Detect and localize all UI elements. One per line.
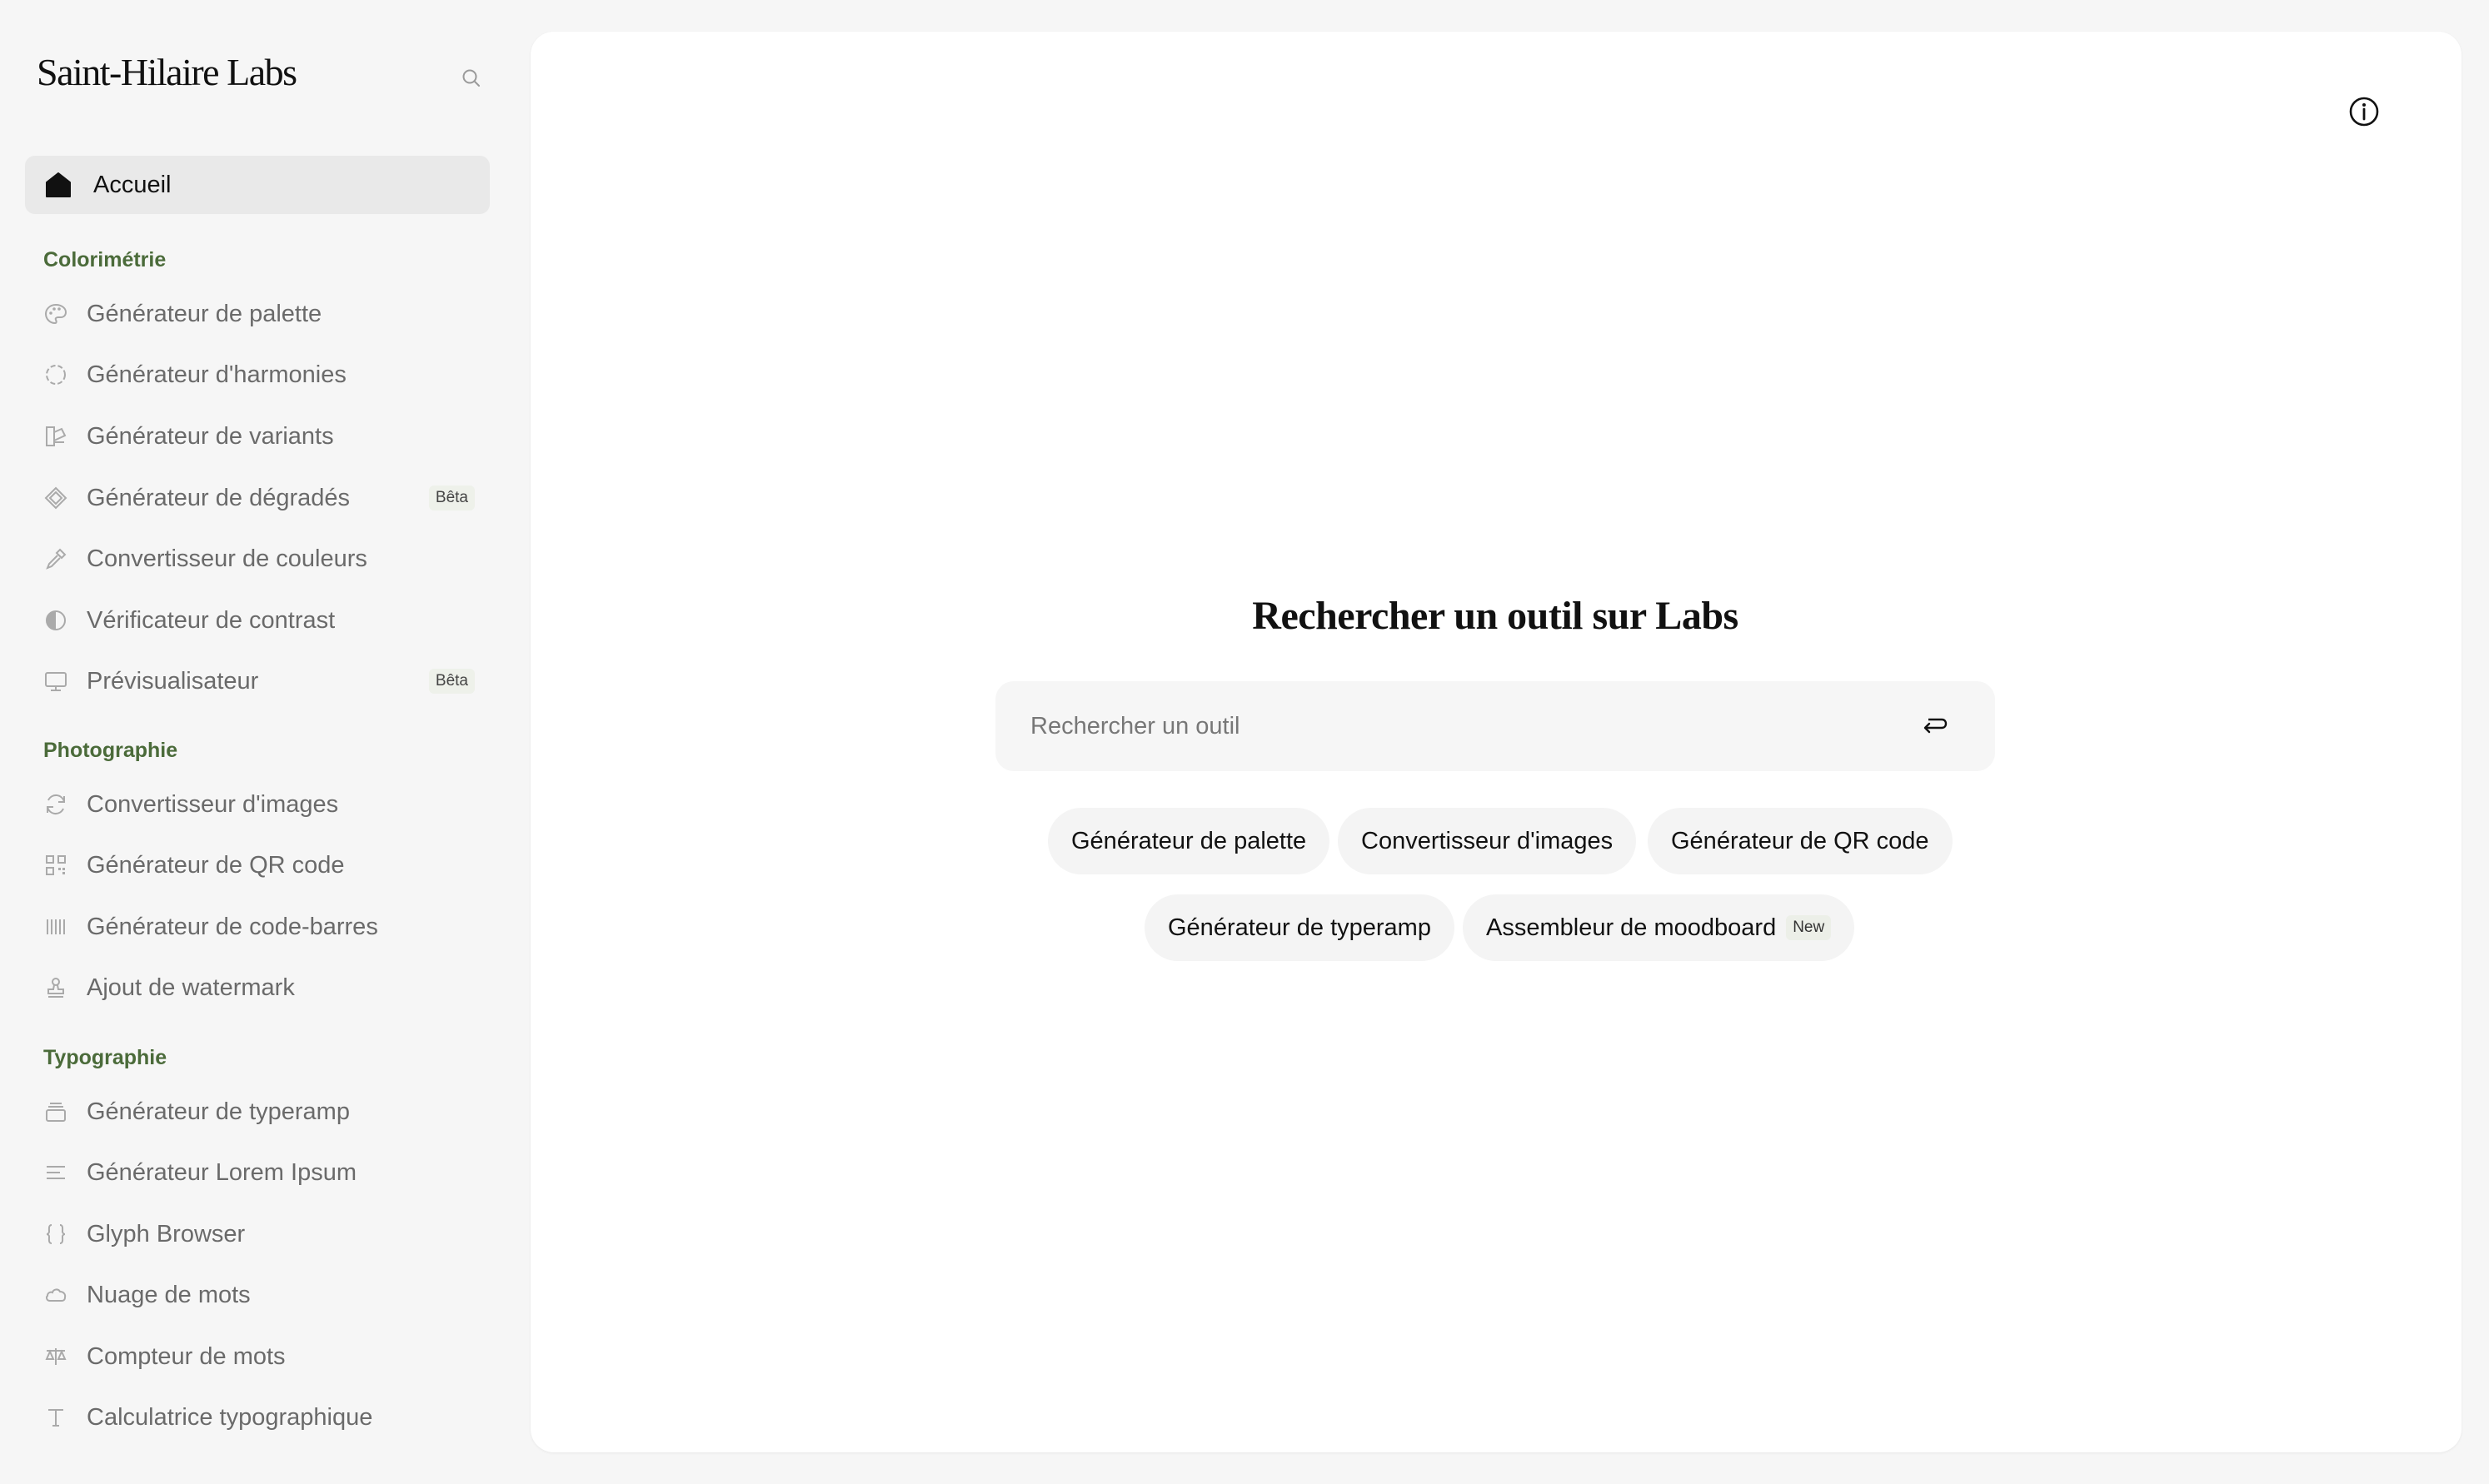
sidebar-item-label: Convertisseur d'images: [87, 790, 339, 818]
sidebar-item-label: Générateur de typeramp: [87, 1098, 350, 1125]
section-title-photographie: Photographie: [43, 739, 178, 762]
beta-badge: Bêta: [428, 669, 475, 694]
sidebar-item-label: Générateur Lorem Ipsum: [87, 1158, 357, 1186]
page-title: Rechercher un outil sur Labs: [1252, 594, 1738, 638]
contrast-icon: [42, 606, 70, 635]
barcode-icon: [42, 913, 70, 941]
sidebar-item-generateur-code-barres[interactable]: Générateur de code-barres: [42, 904, 475, 950]
home-icon: [43, 171, 73, 199]
sidebar-item-accueil[interactable]: Accueil: [25, 156, 490, 214]
sidebar-item-label: Vérificateur de contrast: [87, 606, 336, 634]
info-icon[interactable]: [2347, 95, 2381, 128]
sidebar-item-label: Générateur d'harmonies: [87, 361, 347, 388]
sidebar-item-label: Générateur de palette: [87, 300, 322, 327]
refresh-icon: [42, 790, 70, 819]
variants-icon: [42, 422, 70, 451]
dashed-circle-icon: [42, 361, 70, 389]
sidebar-item-generateur-palette[interactable]: Générateur de palette: [42, 291, 475, 337]
sidebar-item-generateur-variants[interactable]: Générateur de variants: [42, 413, 475, 460]
gradient-icon: [42, 484, 70, 512]
sidebar-item-convertisseur-images[interactable]: Convertisseur d'images: [42, 781, 475, 828]
section-title-typographie: Typographie: [43, 1046, 167, 1069]
qr-code-icon: [42, 851, 70, 879]
sidebar-item-generateur-qr-code[interactable]: Générateur de QR code: [42, 842, 475, 889]
sidebar-item-label: Générateur de variants: [87, 422, 334, 450]
eyedropper-icon: [42, 545, 70, 573]
enter-icon[interactable]: [1918, 710, 1952, 743]
sidebar-item-verificateur-contrast[interactable]: Vérificateur de contrast: [42, 597, 475, 644]
sidebar-item-label: Prévisualisateur: [87, 667, 259, 695]
sidebar-item-nuage-mots[interactable]: Nuage de mots: [42, 1272, 475, 1318]
suggestion-chip[interactable]: Convertisseur d'images: [1338, 808, 1637, 874]
suggestion-chip[interactable]: Générateur de palette: [1048, 808, 1330, 874]
suggestion-chip[interactable]: Générateur de typeramp: [1145, 894, 1454, 961]
chip-label: Assembleur de moodboard: [1486, 914, 1777, 941]
sidebar-item-label: Nuage de mots: [87, 1281, 251, 1308]
stamp-icon: [42, 974, 70, 1002]
cloud-icon: [42, 1281, 70, 1309]
chip-label: Générateur de palette: [1071, 827, 1307, 854]
tool-search-box: [995, 681, 1995, 771]
chip-label: Convertisseur d'images: [1361, 827, 1614, 854]
sidebar-item-label: Glyph Browser: [87, 1220, 246, 1247]
suggestion-chip[interactable]: Assembleur de moodboard New: [1463, 894, 1855, 961]
type-icon: [42, 1403, 70, 1432]
sidebar-item-calculatrice-typographique[interactable]: Calculatrice typographique: [42, 1394, 475, 1441]
sidebar-item-label: Ajout de watermark: [87, 974, 295, 1001]
search-input[interactable]: [1030, 681, 1863, 771]
sidebar-item-generateur-lorem-ipsum[interactable]: Générateur Lorem Ipsum: [42, 1149, 475, 1196]
braces-icon: [42, 1220, 70, 1248]
chip-label: Générateur de typeramp: [1168, 914, 1431, 941]
scale-icon: [42, 1342, 70, 1371]
sidebar-item-previsualisateur[interactable]: Prévisualisateur Bêta: [42, 658, 475, 705]
stack-icon: [42, 1098, 70, 1126]
brand-logo[interactable]: Saint-Hilaire Labs: [37, 50, 297, 94]
chip-label: Générateur de QR code: [1671, 827, 1929, 854]
sidebar-item-label: Compteur de mots: [87, 1342, 286, 1370]
sidebar: Saint-Hilaire Labs Accueil Colorimétrie …: [0, 0, 516, 1484]
sidebar-item-glyph-browser[interactable]: Glyph Browser: [42, 1211, 475, 1257]
section-title-colorimetrie: Colorimétrie: [43, 248, 167, 271]
sidebar-item-label: Générateur de dégradés: [87, 484, 350, 511]
beta-badge: Bêta: [428, 486, 475, 510]
sidebar-item-label: Générateur de QR code: [87, 851, 345, 879]
sidebar-item-generateur-typeramp[interactable]: Générateur de typeramp: [42, 1088, 475, 1135]
sidebar-item-label: Accueil: [93, 171, 172, 198]
search-icon[interactable]: [456, 63, 486, 93]
monitor-icon: [42, 667, 70, 695]
app-root: Saint-Hilaire Labs Accueil Colorimétrie …: [0, 0, 2489, 1484]
suggestion-chip[interactable]: Générateur de QR code: [1648, 808, 1953, 874]
sidebar-item-generateur-degrades[interactable]: Générateur de dégradés Bêta: [42, 475, 475, 521]
sidebar-item-generateur-harmonies[interactable]: Générateur d'harmonies: [42, 351, 475, 398]
sidebar-item-label: Générateur de code-barres: [87, 913, 378, 940]
text-lines-icon: [42, 1158, 70, 1187]
sidebar-item-ajout-watermark[interactable]: Ajout de watermark: [42, 964, 475, 1011]
sidebar-item-label: Calculatrice typographique: [87, 1403, 373, 1431]
sidebar-item-label: Convertisseur de couleurs: [87, 545, 367, 572]
sidebar-item-convertisseur-couleurs[interactable]: Convertisseur de couleurs: [42, 535, 475, 582]
new-badge: New: [1786, 915, 1832, 940]
sidebar-item-compteur-mots[interactable]: Compteur de mots: [42, 1333, 475, 1380]
palette-icon: [42, 300, 70, 328]
